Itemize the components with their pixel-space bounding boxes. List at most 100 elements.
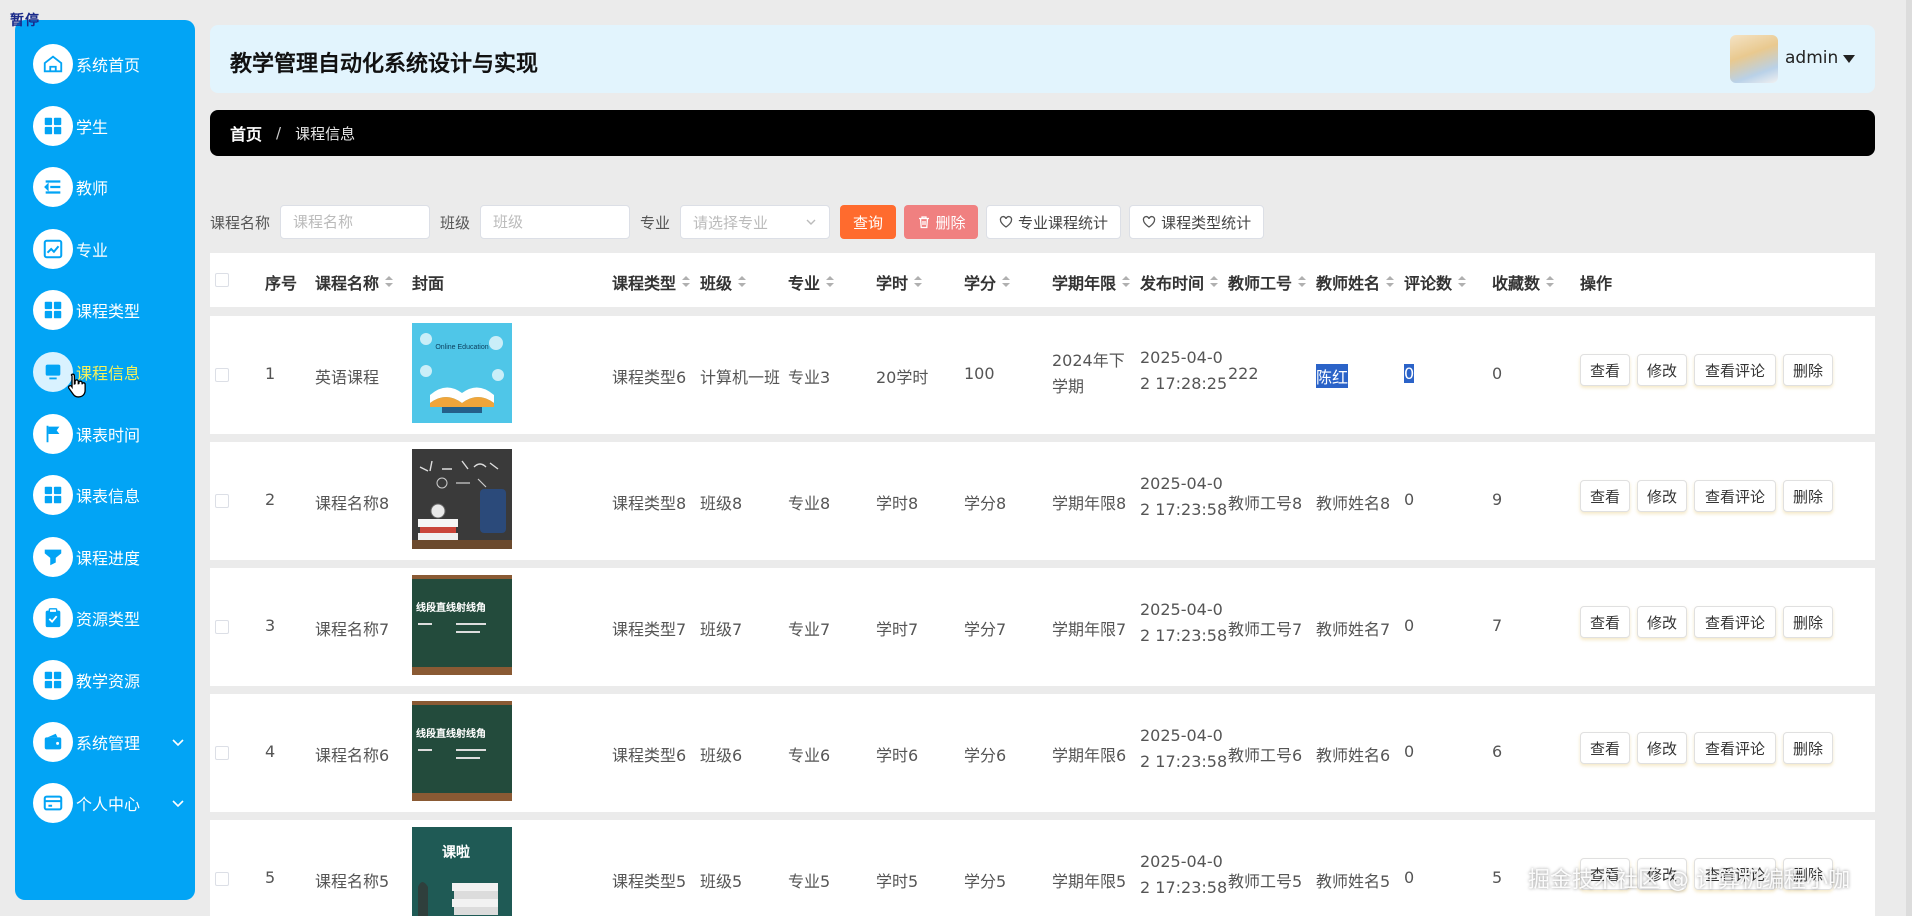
view-button[interactable]: 查看 <box>1580 354 1630 386</box>
major-course-stats-button[interactable]: 专业课程统计 <box>986 205 1121 239</box>
edit-button[interactable]: 修改 <box>1637 732 1687 764</box>
edit-button[interactable]: 修改 <box>1637 606 1687 638</box>
course-name-label: 课程名称 <box>210 212 270 233</box>
sidebar-item-resource-types[interactable]: 资源类型 <box>33 596 185 640</box>
sidebar-item-teachers[interactable]: 教师 <box>33 165 185 209</box>
trash-icon <box>917 215 931 229</box>
select-all-checkbox[interactable] <box>215 273 229 287</box>
sidebar-item-teaching-resources[interactable]: 教学资源 <box>33 658 185 702</box>
cell-publish-time-clock: 2 17:23:58 <box>1140 752 1227 771</box>
column-header-term[interactable]: 学期年限 <box>1052 270 1130 294</box>
sidebar-item-personal-center[interactable]: 个人中心 <box>33 781 185 825</box>
sort-icon[interactable] <box>682 276 690 288</box>
major-label: 专业 <box>640 212 670 233</box>
row-checkbox[interactable] <box>215 746 229 760</box>
view-button[interactable]: 查看 <box>1580 732 1630 764</box>
view-comments-button[interactable]: 查看评论 <box>1694 480 1776 512</box>
sort-icon[interactable] <box>1386 276 1394 288</box>
sort-icon[interactable] <box>826 276 834 288</box>
cell-index: 4 <box>265 742 275 761</box>
delete-row-button[interactable]: 删除 <box>1783 480 1833 512</box>
scrollbar[interactable] <box>1906 0 1912 916</box>
sort-icon[interactable] <box>1298 276 1306 288</box>
user-name[interactable]: admin <box>1785 48 1838 68</box>
delete-row-button[interactable]: 删除 <box>1783 606 1833 638</box>
sidebar-item-home[interactable]: 系统首页 <box>33 42 185 86</box>
view-button[interactable]: 查看 <box>1580 480 1630 512</box>
cell-term: 学期年限8 <box>1052 490 1126 514</box>
column-header-major[interactable]: 专业 <box>788 270 834 294</box>
course-type-stats-label: 课程类型统计 <box>1161 212 1251 233</box>
list-icon <box>33 167 73 207</box>
sidebar-item-course-types[interactable]: 课程类型 <box>33 288 185 332</box>
course-name-input[interactable] <box>280 205 430 239</box>
sidebar-item-schedule-time[interactable]: 课表时间 <box>33 412 185 456</box>
cell-index: 2 <box>265 490 275 509</box>
watermark: 掘金技术社区 @ 计算机编程小咖 <box>1528 862 1850 894</box>
delete-row-button[interactable]: 删除 <box>1783 732 1833 764</box>
delete-row-button[interactable]: 删除 <box>1783 354 1833 386</box>
cell-hours: 学时7 <box>876 616 918 640</box>
cell-teacher-id: 教师工号5 <box>1228 868 1302 892</box>
column-header-publish-time[interactable]: 发布时间 <box>1140 270 1218 294</box>
row-checkbox[interactable] <box>215 494 229 508</box>
avatar[interactable] <box>1730 35 1778 83</box>
edit-button[interactable]: 修改 <box>1637 480 1687 512</box>
sidebar-item-course-progress[interactable]: 课程进度 <box>33 535 185 579</box>
grid-icon <box>33 660 73 700</box>
sort-icon[interactable] <box>738 276 746 288</box>
breadcrumb-home[interactable]: 首页 <box>230 121 262 145</box>
sidebar-item-system-management[interactable]: 系统管理 <box>33 720 185 764</box>
sort-icon[interactable] <box>914 276 922 288</box>
sidebar-item-course-info[interactable]: 课程信息 <box>33 350 185 394</box>
sidebar-item-schedule-info[interactable]: 课表信息 <box>33 473 185 517</box>
cell-course-name: 课程名称7 <box>315 616 389 640</box>
cell-class: 班级7 <box>700 616 742 640</box>
sort-icon[interactable] <box>385 276 393 288</box>
sidebar-item-majors[interactable]: 专业 <box>33 227 185 271</box>
column-header-teacher-name[interactable]: 教师姓名 <box>1316 270 1394 294</box>
major-select-placeholder: 请选择专业 <box>693 212 768 233</box>
cover-text: Online Education <box>435 344 488 351</box>
major-select[interactable]: 请选择专业 <box>680 205 830 239</box>
column-header-class[interactable]: 班级 <box>700 270 746 294</box>
chart-icon <box>33 229 73 269</box>
sort-icon[interactable] <box>1546 276 1554 288</box>
breadcrumb-current: 课程信息 <box>295 123 355 144</box>
class-label: 班级 <box>440 212 470 233</box>
course-cover-image <box>412 449 512 549</box>
column-header-favorites[interactable]: 收藏数 <box>1492 270 1554 294</box>
view-comments-button[interactable]: 查看评论 <box>1694 732 1776 764</box>
query-button[interactable]: 查询 <box>840 205 896 239</box>
row-checkbox[interactable] <box>215 368 229 382</box>
cell-publish-time-date: 2025-04-0 <box>1140 726 1223 745</box>
class-input[interactable] <box>480 205 630 239</box>
column-header-teacher-id[interactable]: 教师工号 <box>1228 270 1306 294</box>
sort-icon[interactable] <box>1210 276 1218 288</box>
edit-button[interactable]: 修改 <box>1637 354 1687 386</box>
column-header-course-name[interactable]: 课程名称 <box>315 270 393 294</box>
cell-course-type: 课程类型6 <box>612 742 686 766</box>
view-comments-button[interactable]: 查看评论 <box>1694 354 1776 386</box>
sort-icon[interactable] <box>1122 276 1130 288</box>
column-header-hours[interactable]: 学时 <box>876 270 922 294</box>
course-type-stats-button[interactable]: 课程类型统计 <box>1129 205 1264 239</box>
sidebar-item-students[interactable]: 学生 <box>33 104 185 148</box>
cell-teacher-id: 222 <box>1228 364 1259 383</box>
cell-teacher-name: 教师姓名5 <box>1316 868 1390 892</box>
sort-icon[interactable] <box>1458 276 1466 288</box>
row-checkbox[interactable] <box>215 872 229 886</box>
sidebar-item-label: 教学资源 <box>76 668 140 692</box>
cell-favorites: 9 <box>1492 490 1502 509</box>
column-header-credits[interactable]: 学分 <box>964 270 1010 294</box>
column-header-course-type[interactable]: 课程类型 <box>612 270 690 294</box>
view-button[interactable]: 查看 <box>1580 606 1630 638</box>
cell-teacher-id: 教师工号7 <box>1228 616 1302 640</box>
sort-icon[interactable] <box>1002 276 1010 288</box>
caret-down-icon[interactable] <box>1843 55 1855 63</box>
delete-button[interactable]: 删除 <box>904 205 978 239</box>
view-comments-button[interactable]: 查看评论 <box>1694 606 1776 638</box>
row-checkbox[interactable] <box>215 620 229 634</box>
column-header-comments[interactable]: 评论数 <box>1404 270 1466 294</box>
cover-text: 线段直线射线角 <box>416 601 486 614</box>
